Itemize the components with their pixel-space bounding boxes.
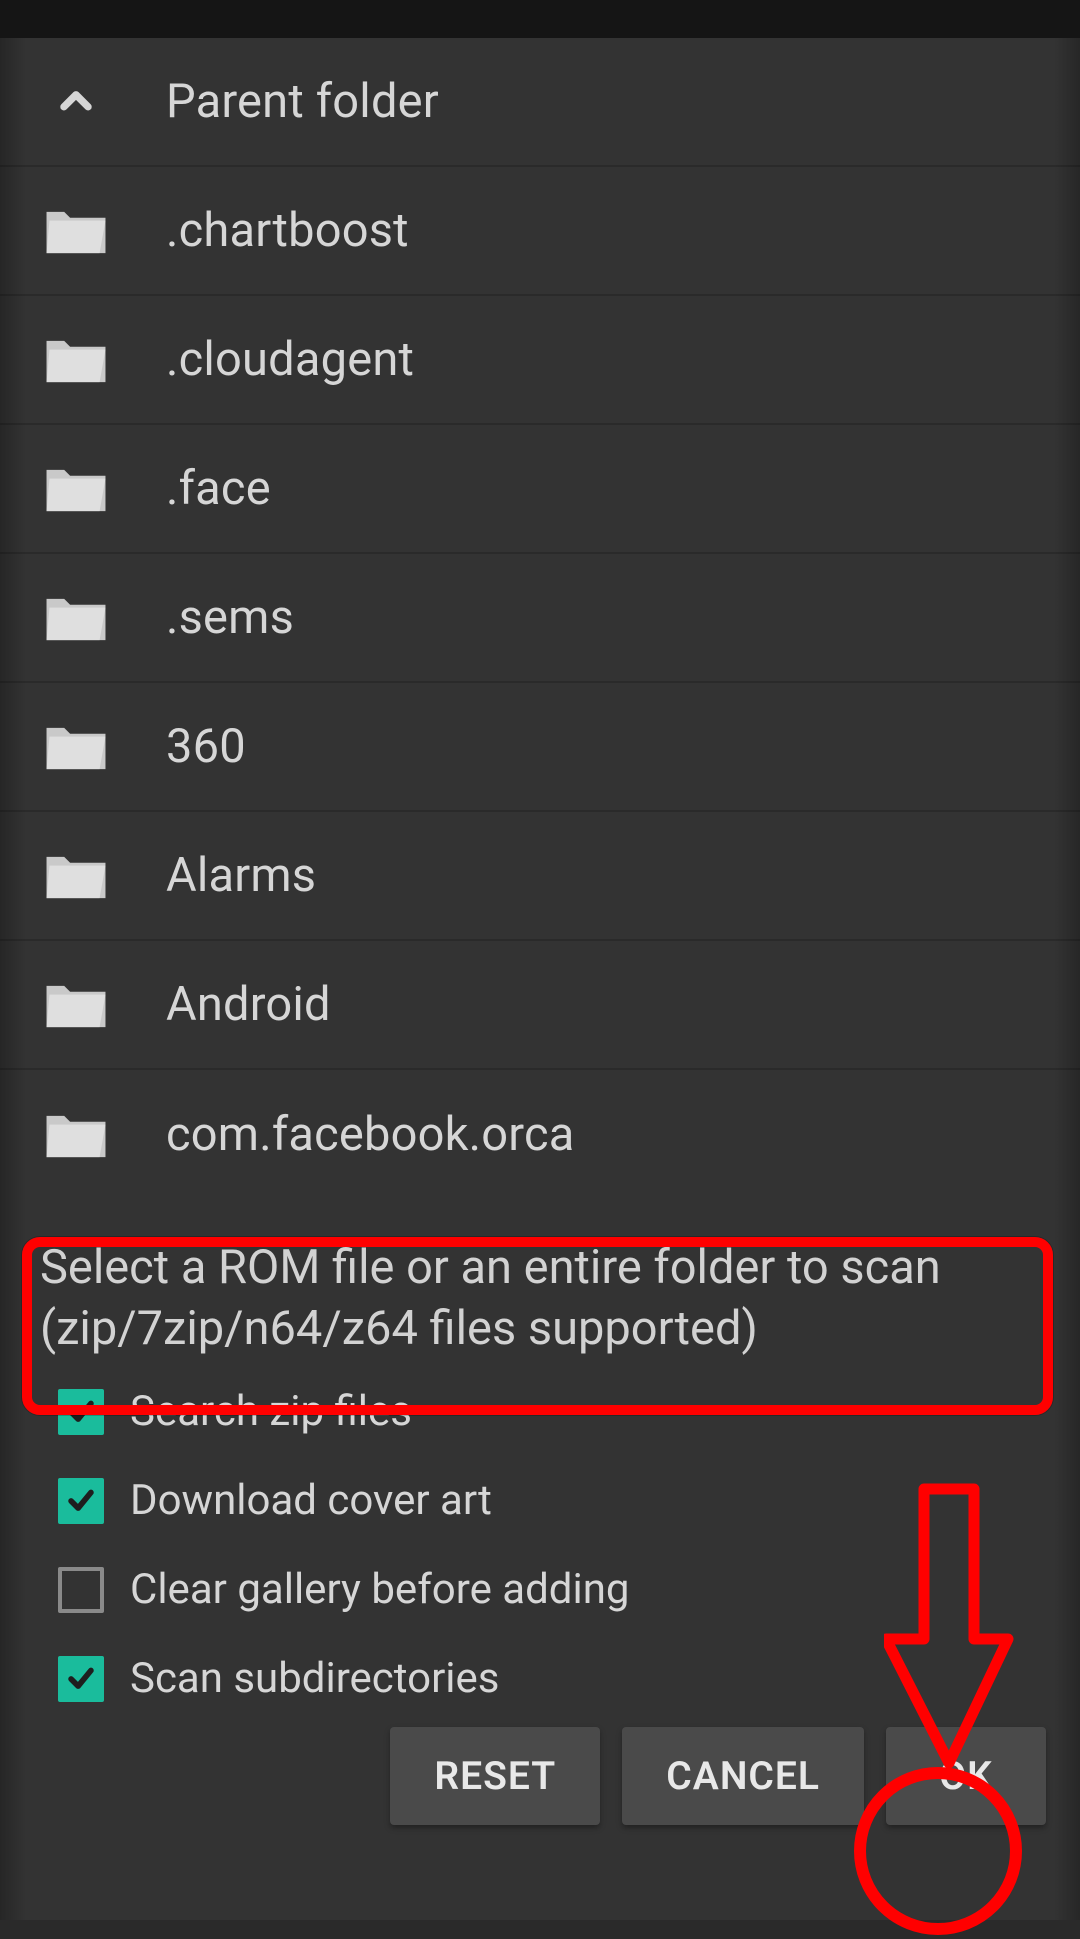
folder-row[interactable]: 360 xyxy=(0,683,1080,812)
reset-button[interactable]: RESET xyxy=(390,1727,600,1825)
options-group: Search zip files Download cover art Clea… xyxy=(58,1387,1080,1703)
folder-icon xyxy=(40,711,112,783)
cancel-button[interactable]: CANCEL xyxy=(622,1727,864,1825)
folder-icon xyxy=(40,969,112,1041)
folder-name: com.facebook.orca xyxy=(166,1107,575,1162)
option-label: Download cover art xyxy=(130,1476,492,1525)
folder-row[interactable]: Alarms xyxy=(0,812,1080,941)
folder-icon xyxy=(40,582,112,654)
option-label: Clear gallery before adding xyxy=(130,1565,630,1614)
ok-button[interactable]: OK xyxy=(886,1727,1046,1825)
folder-icon xyxy=(40,195,112,267)
checkbox-icon xyxy=(58,1478,104,1524)
folder-icon xyxy=(40,840,112,912)
file-picker-dialog: Parent folder .chartboost .cloudagent .f… xyxy=(0,38,1080,1920)
folder-row[interactable]: Android xyxy=(0,941,1080,1070)
parent-folder-row[interactable]: Parent folder xyxy=(0,38,1080,167)
parent-folder-label: Parent folder xyxy=(166,74,439,129)
folder-name: .cloudagent xyxy=(166,332,414,387)
folder-list: Parent folder .chartboost .cloudagent .f… xyxy=(0,38,1080,1199)
option-label: Scan subdirectories xyxy=(130,1654,499,1703)
status-bar xyxy=(0,0,1080,38)
folder-name: .face xyxy=(166,461,271,516)
option-clear-gallery[interactable]: Clear gallery before adding xyxy=(58,1565,1080,1614)
folder-row[interactable]: com.facebook.orca xyxy=(0,1070,1080,1199)
option-scan-subdirs[interactable]: Scan subdirectories xyxy=(58,1654,1080,1703)
folder-name: Android xyxy=(166,977,331,1032)
folder-icon xyxy=(40,453,112,525)
folder-name: 360 xyxy=(166,719,246,774)
folder-name: Alarms xyxy=(166,848,316,903)
option-search-zip[interactable]: Search zip files xyxy=(58,1387,1080,1436)
folder-name: .sems xyxy=(166,590,294,645)
folder-row[interactable]: .face xyxy=(0,425,1080,554)
folder-row[interactable]: .chartboost xyxy=(0,167,1080,296)
folder-name: .chartboost xyxy=(166,203,409,258)
option-label: Search zip files xyxy=(130,1387,412,1436)
chevron-up-icon xyxy=(40,66,112,138)
folder-row[interactable]: .sems xyxy=(0,554,1080,683)
checkbox-icon xyxy=(58,1389,104,1435)
dialog-buttons: RESET CANCEL OK xyxy=(390,1727,1046,1825)
checkbox-icon xyxy=(58,1567,104,1613)
instruction-text: Select a ROM file or an entire folder to… xyxy=(40,1237,1040,1359)
checkbox-icon xyxy=(58,1656,104,1702)
folder-icon xyxy=(40,324,112,396)
folder-row[interactable]: .cloudagent xyxy=(0,296,1080,425)
folder-icon xyxy=(40,1099,112,1171)
option-cover-art[interactable]: Download cover art xyxy=(58,1476,1080,1525)
